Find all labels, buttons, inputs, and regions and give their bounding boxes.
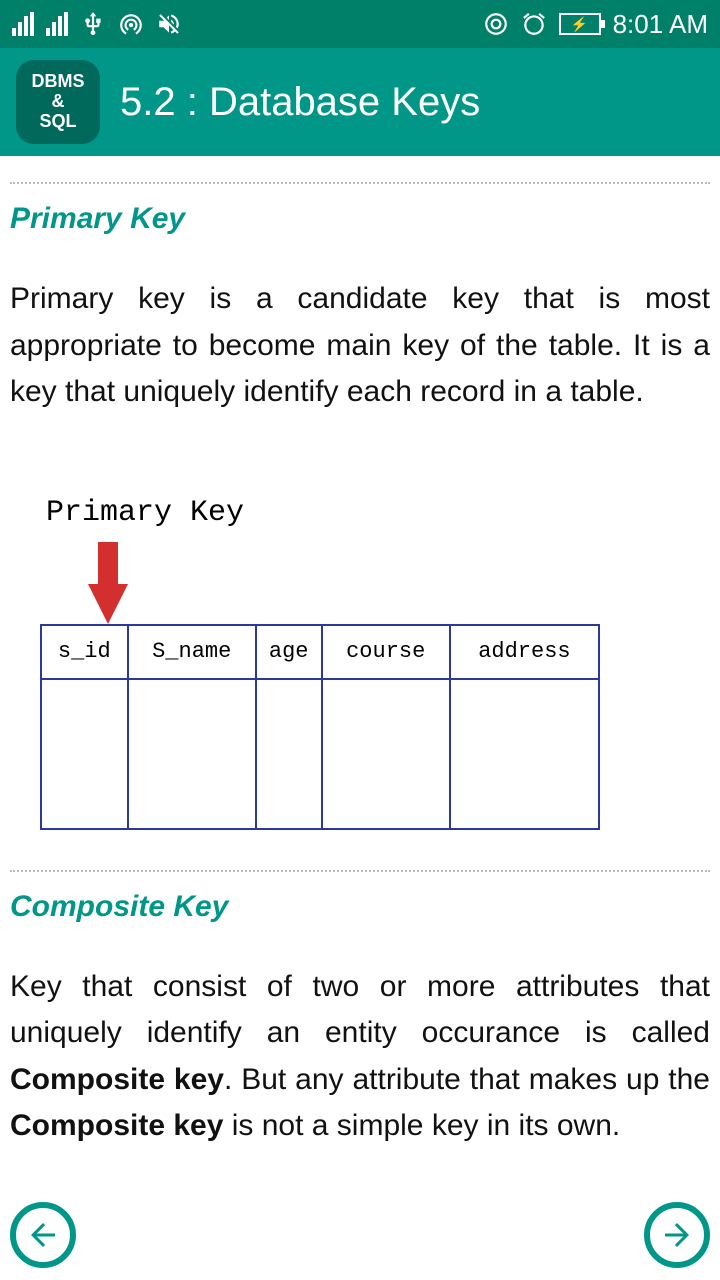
signal-icon-2 bbox=[46, 12, 68, 36]
section-heading-primary-key: Primary Key bbox=[10, 202, 710, 236]
content-area[interactable]: Primary Key Primary key is a candidate k… bbox=[0, 156, 720, 1158]
alarm-icon bbox=[521, 11, 547, 37]
col-sname: S_name bbox=[128, 625, 256, 679]
usb-icon bbox=[80, 11, 106, 37]
divider bbox=[10, 870, 710, 872]
status-time: 8:01 AM bbox=[613, 9, 708, 40]
status-right: ⚡ 8:01 AM bbox=[483, 9, 708, 40]
text-fragment: . But any attribute that makes up the bbox=[224, 1063, 710, 1096]
hotspot-icon bbox=[118, 11, 144, 37]
composite-key-paragraph: Key that consist of two or more attribut… bbox=[10, 964, 710, 1150]
arrow-right-icon bbox=[659, 1217, 695, 1253]
prev-button[interactable] bbox=[10, 1202, 76, 1268]
col-course: course bbox=[322, 625, 450, 679]
next-button[interactable] bbox=[644, 1202, 710, 1268]
app-bar: DBMS & SQL 5.2 : Database Keys bbox=[0, 48, 720, 156]
arrow-left-icon bbox=[25, 1217, 61, 1253]
col-sid: s_id bbox=[41, 625, 128, 679]
text-bold: Composite key bbox=[10, 1063, 224, 1096]
mute-icon bbox=[156, 11, 182, 37]
col-age: age bbox=[256, 625, 322, 679]
page-title: 5.2 : Database Keys bbox=[120, 80, 480, 125]
col-address: address bbox=[450, 625, 599, 679]
table-row bbox=[41, 679, 599, 829]
app-icon-line1: DBMS bbox=[32, 72, 85, 92]
status-bar: ⚡ 8:01 AM bbox=[0, 0, 720, 48]
primary-key-diagram: Primary Key s_id S_name age course addre… bbox=[40, 496, 700, 830]
primary-key-paragraph: Primary key is a candidate key that is m… bbox=[10, 276, 710, 416]
signal-icon bbox=[12, 12, 34, 36]
app-icon-line3: SQL bbox=[39, 112, 76, 132]
divider bbox=[10, 182, 710, 184]
table-header-row: s_id S_name age course address bbox=[41, 625, 599, 679]
diagram-label: Primary Key bbox=[46, 496, 700, 530]
app-icon-line2: & bbox=[52, 92, 65, 112]
text-fragment: is not a simple key in its own. bbox=[223, 1109, 620, 1142]
status-left bbox=[12, 11, 182, 37]
text-fragment: Key that consist of two or more attribut… bbox=[10, 970, 710, 1050]
location-icon bbox=[483, 11, 509, 37]
battery-icon: ⚡ bbox=[559, 13, 601, 35]
app-icon[interactable]: DBMS & SQL bbox=[16, 60, 100, 144]
section-heading-composite-key: Composite Key bbox=[10, 890, 710, 924]
text-bold: Composite key bbox=[10, 1109, 223, 1142]
arrow-down-icon bbox=[88, 584, 128, 624]
primary-key-table: s_id S_name age course address bbox=[40, 624, 600, 830]
